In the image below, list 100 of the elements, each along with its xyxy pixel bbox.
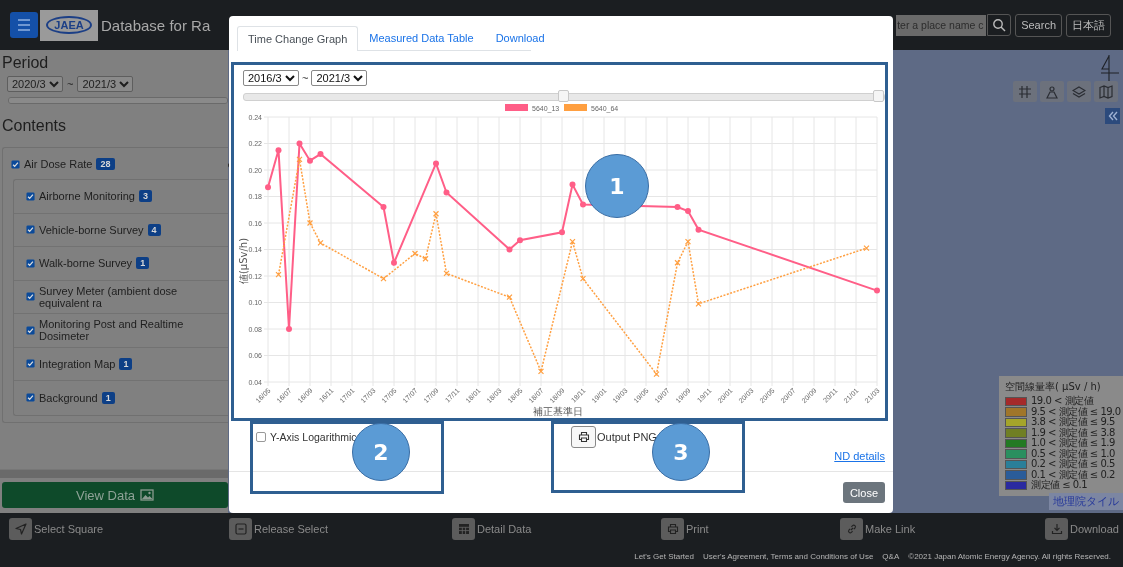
data-point — [296, 156, 303, 163]
count-badge: 1 — [101, 391, 115, 404]
data-point — [391, 259, 397, 266]
tool-label: Detail Data — [477, 523, 532, 535]
data-point — [695, 300, 702, 307]
map-tool-button[interactable] — [1040, 81, 1064, 102]
layer-label: Air Dose Rate — [24, 158, 93, 170]
checkbox[interactable] — [26, 258, 35, 268]
checkbox[interactable] — [26, 325, 35, 335]
data-point — [380, 275, 387, 282]
data-point — [433, 160, 439, 167]
minus-square-icon — [234, 523, 247, 535]
data-point — [443, 270, 450, 277]
language-button[interactable]: 日本語 — [1066, 13, 1111, 37]
footer-link[interactable]: Q&A — [882, 551, 900, 561]
footer-link[interactable]: User's Agreement, Terms and Conditions of Use — [703, 551, 874, 561]
section-title: Contents — [2, 116, 68, 136]
tool-button[interactable] — [1045, 518, 1068, 540]
period-select[interactable]: 2020/3 — [7, 76, 63, 92]
printer-icon — [666, 523, 679, 535]
download-icon — [1050, 523, 1063, 535]
section-title: Period — [2, 53, 50, 73]
copyright-text: ©2021 Japan Atomic Energy Agency. All rights Reserved. — [908, 551, 1111, 561]
legend-label: 19.0 < 測定値 — [1031, 394, 1093, 407]
data-point — [569, 238, 576, 245]
data-point — [306, 219, 314, 227]
data-point — [874, 287, 880, 294]
button-label: Output PNG — [597, 431, 657, 443]
checkbox[interactable] — [11, 159, 20, 169]
range-separator: ~ — [67, 78, 74, 90]
layer-label: Airborne Monitoring — [39, 190, 135, 203]
data-point — [286, 326, 292, 332]
checkbox[interactable] — [26, 292, 35, 302]
layer-label: Walk-borne Survey — [39, 257, 133, 270]
data-point — [863, 245, 870, 252]
data-point — [296, 140, 303, 147]
slider-handle[interactable] — [558, 90, 569, 102]
data-point — [275, 271, 282, 278]
checkbox[interactable] — [26, 393, 35, 403]
tile-link[interactable]: 地理院タイル — [1049, 493, 1123, 510]
layers-icon — [1072, 84, 1086, 99]
search-button[interactable] — [987, 14, 1012, 36]
data-point — [380, 204, 387, 211]
axis-title: 値(μSv/h) — [238, 237, 249, 285]
data-point — [411, 250, 419, 257]
data-point — [569, 181, 576, 188]
print-button[interactable] — [571, 426, 596, 448]
data-point — [307, 157, 313, 164]
nd-details-link[interactable]: ND details — [834, 450, 885, 462]
collapse-button[interactable] — [1105, 108, 1120, 124]
scrollbar[interactable] — [0, 469, 228, 478]
footer-link[interactable]: Let's Get Started — [634, 551, 694, 561]
slider-handle[interactable] — [873, 90, 884, 102]
double-chevron-icon — [1106, 110, 1119, 122]
tool-button[interactable] — [452, 518, 475, 540]
close-button[interactable]: Close — [842, 482, 885, 503]
data-point — [674, 204, 681, 211]
map-tool-button[interactable] — [1013, 81, 1037, 102]
data-point — [275, 147, 282, 154]
search-button[interactable]: Search — [1015, 13, 1062, 37]
north-arrow-icon — [1099, 54, 1121, 84]
tool-button[interactable] — [229, 518, 252, 540]
data-point — [265, 184, 271, 191]
menu-button[interactable] — [10, 12, 38, 38]
data-point — [695, 226, 702, 233]
tool-button[interactable] — [840, 518, 863, 540]
link-icon — [845, 523, 858, 535]
layer-label: Monitoring Post and Realtime Dosimeter — [39, 318, 185, 343]
date-select[interactable]: 2021/3 — [311, 70, 368, 86]
logo: JAEA — [40, 9, 98, 41]
range-slider[interactable] — [243, 93, 885, 101]
view-data-button[interactable]: View Data — [2, 482, 228, 508]
data-point — [517, 237, 523, 244]
tool-button[interactable] — [661, 518, 684, 540]
checkbox[interactable] — [26, 359, 35, 369]
tab[interactable]: Measured Data Table — [358, 26, 485, 50]
data-point — [432, 210, 440, 217]
period-select[interactable]: 2021/3 — [77, 76, 134, 92]
tab[interactable]: Download — [484, 26, 556, 50]
navigation-arrow-icon — [14, 523, 27, 535]
count-badge: 28 — [96, 158, 115, 170]
checkbox[interactable] — [26, 225, 35, 235]
data-point — [443, 189, 450, 196]
data-point — [317, 239, 324, 246]
data-point — [422, 255, 429, 262]
data-point — [317, 151, 324, 158]
map-tool-button[interactable] — [1094, 81, 1118, 102]
period-slider[interactable] — [8, 97, 228, 104]
data-point — [685, 208, 691, 215]
tool-label: Make Link — [865, 523, 916, 535]
data-point — [653, 370, 660, 378]
tool-button[interactable] — [9, 518, 32, 540]
checkbox[interactable] — [256, 432, 266, 442]
map-tool-button[interactable] — [1067, 81, 1091, 102]
layer-label: Integration Map — [39, 357, 116, 370]
range-separator: ~ — [302, 72, 309, 84]
tool-label: Print — [686, 523, 709, 535]
date-select[interactable]: 2016/3 — [243, 70, 299, 86]
tab[interactable]: Time Change Graph — [237, 26, 359, 51]
checkbox[interactable] — [26, 191, 35, 201]
